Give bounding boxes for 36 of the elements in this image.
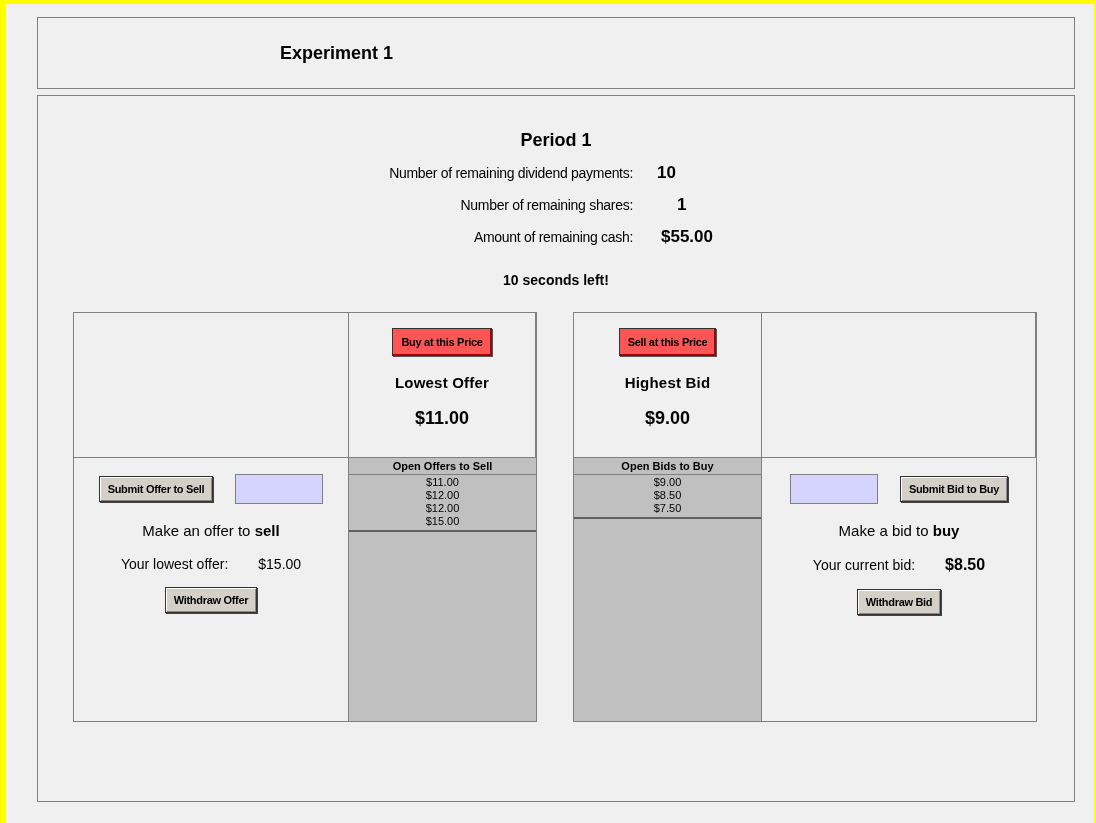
prompt-text: Make a bid to buy [838, 522, 960, 539]
quote-label: Lowest Offer [394, 374, 490, 391]
list-header: Open Bids to Buy [574, 458, 761, 475]
withdraw-button[interactable]: Withdraw Offer [164, 587, 258, 613]
quote-value: $11.00 [414, 408, 470, 429]
prompt-text: Make an offer to sell [142, 522, 280, 539]
own-price-label: Your current bid: [812, 557, 916, 573]
stat-label: Number of remaining dividend payments: [388, 165, 633, 181]
buy-at-price-button[interactable]: Buy at this Price [392, 328, 492, 356]
order-price[interactable]: $8.50 [653, 489, 682, 502]
own-price-label: Your lowest offer: [120, 556, 229, 572]
order-price[interactable]: $9.00 [653, 476, 682, 489]
order-price[interactable]: $11.00 [426, 476, 459, 489]
order-price[interactable]: $7.50 [653, 502, 682, 515]
stat-value: 1 [676, 195, 688, 215]
stat-value: $55.00 [660, 227, 714, 247]
own-price-value: $15.00 [258, 556, 302, 572]
sell-at-price-button[interactable]: Sell at this Price [618, 328, 717, 356]
list-header: Open Offers to Sell [349, 458, 536, 475]
stat-label: Amount of remaining cash: [472, 229, 633, 245]
withdraw-button[interactable]: Withdraw Bid [856, 589, 942, 615]
own-price-value: $8.50 [945, 556, 986, 574]
order-price[interactable]: $12.00 [425, 489, 460, 502]
quote-value: $9.00 [644, 408, 690, 429]
experiment-title: Experiment 1 [280, 42, 394, 64]
timer-text: 10 seconds left! [503, 272, 609, 288]
order-price[interactable]: $15.00 [425, 515, 460, 528]
submit-button[interactable]: Submit Offer to Sell [98, 476, 214, 502]
price-field[interactable] [235, 474, 324, 504]
order-price[interactable]: $12.00 [425, 502, 460, 515]
period-title: Period 1 [520, 130, 592, 151]
quote-label: Highest Bid [624, 374, 711, 391]
stat-value: 10 [657, 163, 677, 183]
submit-button[interactable]: Submit Bid to Buy [899, 476, 1009, 502]
price-field[interactable] [789, 474, 878, 504]
stat-label: Number of remaining shares: [459, 197, 633, 213]
